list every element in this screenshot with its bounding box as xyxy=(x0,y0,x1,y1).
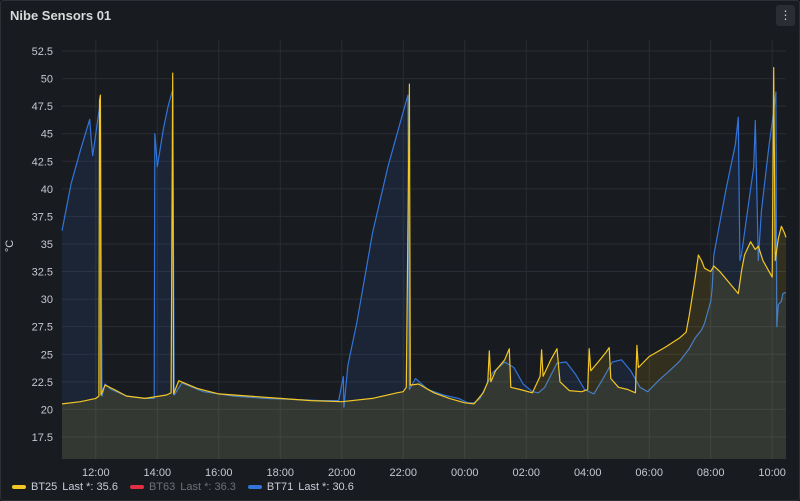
x-tick-label: 12:00 xyxy=(82,467,110,479)
legend-last-value: Last *: 30.6 xyxy=(298,481,354,493)
legend-last-value: Last *: 35.6 xyxy=(62,481,118,493)
y-tick-label: 40 xyxy=(41,184,53,196)
legend-name: BT63 xyxy=(148,481,176,493)
legend-swatch-bt63 xyxy=(129,485,144,489)
y-tick-label: 42.5 xyxy=(32,156,53,168)
legend-last-value: Last *: 36.3 xyxy=(180,481,236,493)
legend-name: BT25 xyxy=(31,481,58,493)
legend-item-bt63[interactable]: BT63 Last *: 36.3 xyxy=(129,481,236,493)
legend-swatch-bt25 xyxy=(12,485,26,489)
chart-plot-area: 17.5 20 22.5 25 27.5 30 32.5 35 37.5 40 42.5 45 47.5… xyxy=(32,40,787,479)
y-tick-label: 22.5 xyxy=(32,377,53,389)
x-tick-label: 02:00 xyxy=(512,467,540,479)
y-tick-label: 27.5 xyxy=(32,322,53,334)
legend-item-bt71[interactable]: BT71 Last *: 30.6 xyxy=(247,481,354,493)
y-tick-label: 37.5 xyxy=(32,211,53,223)
legend: BT25 Last *: 35.6 BT63 Last *: 36.3 BT71… xyxy=(12,481,354,493)
legend-swatch-bt71 xyxy=(247,485,262,489)
x-tick-label: 08:00 xyxy=(697,467,725,479)
y-tick-label: 20 xyxy=(41,404,53,416)
x-tick-label: 10:00 xyxy=(758,467,786,479)
x-tick-label: 00:00 xyxy=(451,467,479,479)
x-tick-label: 16:00 xyxy=(205,467,233,479)
x-tick-label: 22:00 xyxy=(389,467,417,479)
y-tick-label: 35 xyxy=(41,239,53,251)
x-tick-label: 18:00 xyxy=(267,467,295,479)
y-tick-label: 52.5 xyxy=(32,46,53,58)
x-tick-label: 20:00 xyxy=(328,467,356,479)
x-tick-label: 06:00 xyxy=(635,467,663,479)
y-tick-label: 47.5 xyxy=(32,101,53,113)
y-tick-label: 50 xyxy=(41,74,53,86)
y-tick-label: 45 xyxy=(41,129,53,141)
y-tick-label: 32.5 xyxy=(32,267,53,279)
y-tick-label: 30 xyxy=(41,294,53,306)
legend-item-bt25[interactable]: BT25 Last *: 35.6 xyxy=(12,481,118,493)
x-tick-label: 14:00 xyxy=(144,467,172,479)
y-tick-label: 25 xyxy=(41,349,53,361)
y-tick-label: 17.5 xyxy=(32,432,53,444)
x-tick-label: 04:00 xyxy=(574,467,602,479)
legend-name: BT71 xyxy=(266,481,294,493)
